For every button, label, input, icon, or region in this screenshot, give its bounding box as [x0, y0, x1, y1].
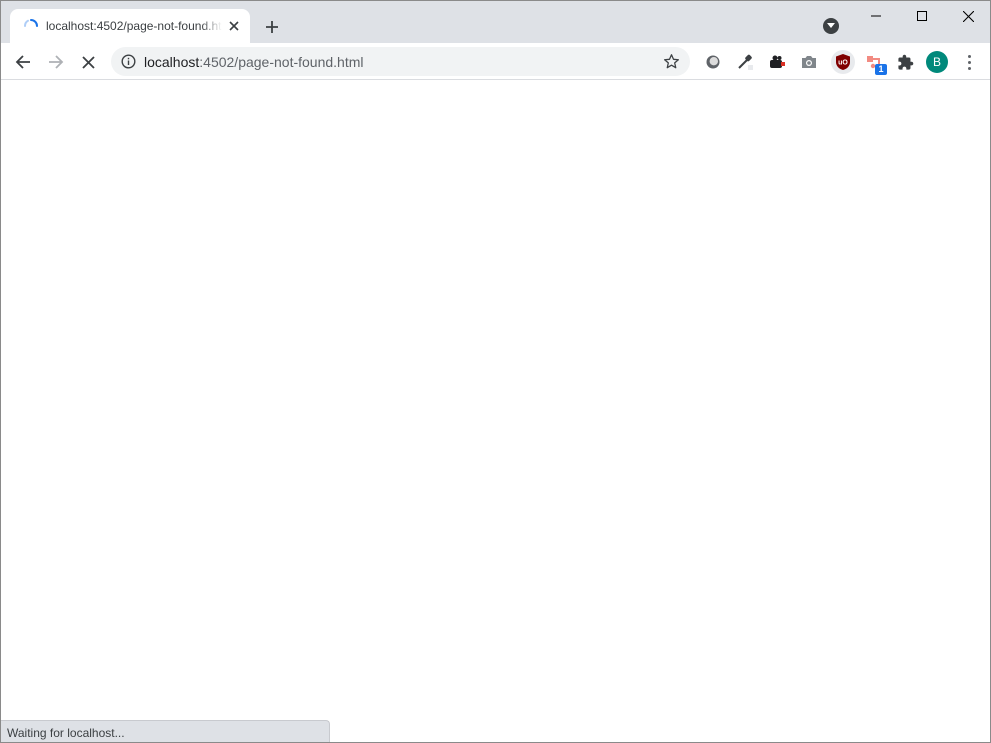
- extension-badge-icon[interactable]: 1: [865, 52, 889, 76]
- url-path: :4502/page-not-found.html: [199, 54, 364, 70]
- stop-loading-icon: [81, 55, 95, 69]
- close-window-button[interactable]: [945, 1, 990, 31]
- new-tab-button[interactable]: [261, 16, 283, 38]
- toolbar: localhost:4502/page-not-found.html uO 1 …: [1, 43, 990, 80]
- tab-close-icon[interactable]: [226, 18, 242, 34]
- more-options-button[interactable]: [960, 52, 978, 72]
- close-icon: [962, 10, 974, 22]
- svg-text:uO: uO: [838, 60, 848, 67]
- circle-extension-icon[interactable]: [703, 52, 723, 72]
- eyedropper-icon[interactable]: [735, 52, 755, 72]
- tab-strip: localhost:4502/page-not-found.html: [1, 1, 990, 43]
- tab-title: localhost:4502/page-not-found.html: [46, 19, 222, 33]
- back-button[interactable]: [9, 48, 37, 76]
- loading-spinner-icon: [23, 18, 39, 34]
- star-icon[interactable]: [663, 53, 680, 70]
- camera-icon[interactable]: [799, 52, 819, 72]
- ublock-shield-icon[interactable]: uO: [831, 50, 855, 74]
- minimize-icon: [871, 15, 881, 17]
- info-icon[interactable]: [121, 54, 136, 69]
- arrow-right-icon: [49, 55, 64, 69]
- minimize-button[interactable]: [853, 1, 899, 31]
- stop-button[interactable]: [74, 48, 102, 76]
- url-host: localhost: [144, 54, 200, 70]
- tab-active[interactable]: localhost:4502/page-not-found.html: [10, 9, 250, 43]
- camera-film-icon[interactable]: [767, 52, 787, 72]
- profile-avatar[interactable]: B: [926, 51, 948, 73]
- puzzle-icon[interactable]: [895, 52, 915, 72]
- tab-search-button[interactable]: [823, 18, 839, 34]
- address-bar[interactable]: localhost:4502/page-not-found.html: [111, 47, 690, 76]
- arrow-left-icon: [15, 55, 30, 69]
- maximize-icon: [917, 11, 927, 21]
- maximize-button[interactable]: [899, 1, 945, 31]
- status-bubble: Waiting for localhost...: [1, 720, 330, 742]
- chevron-down-icon: [827, 23, 835, 28]
- page-content: [1, 81, 990, 742]
- url-text: localhost:4502/page-not-found.html: [144, 54, 364, 70]
- forward-button[interactable]: [42, 48, 70, 76]
- plus-icon: [266, 21, 278, 33]
- extension-badge-count: 1: [875, 64, 887, 75]
- browser-window: localhost:4502/page-not-found.html local…: [0, 0, 991, 743]
